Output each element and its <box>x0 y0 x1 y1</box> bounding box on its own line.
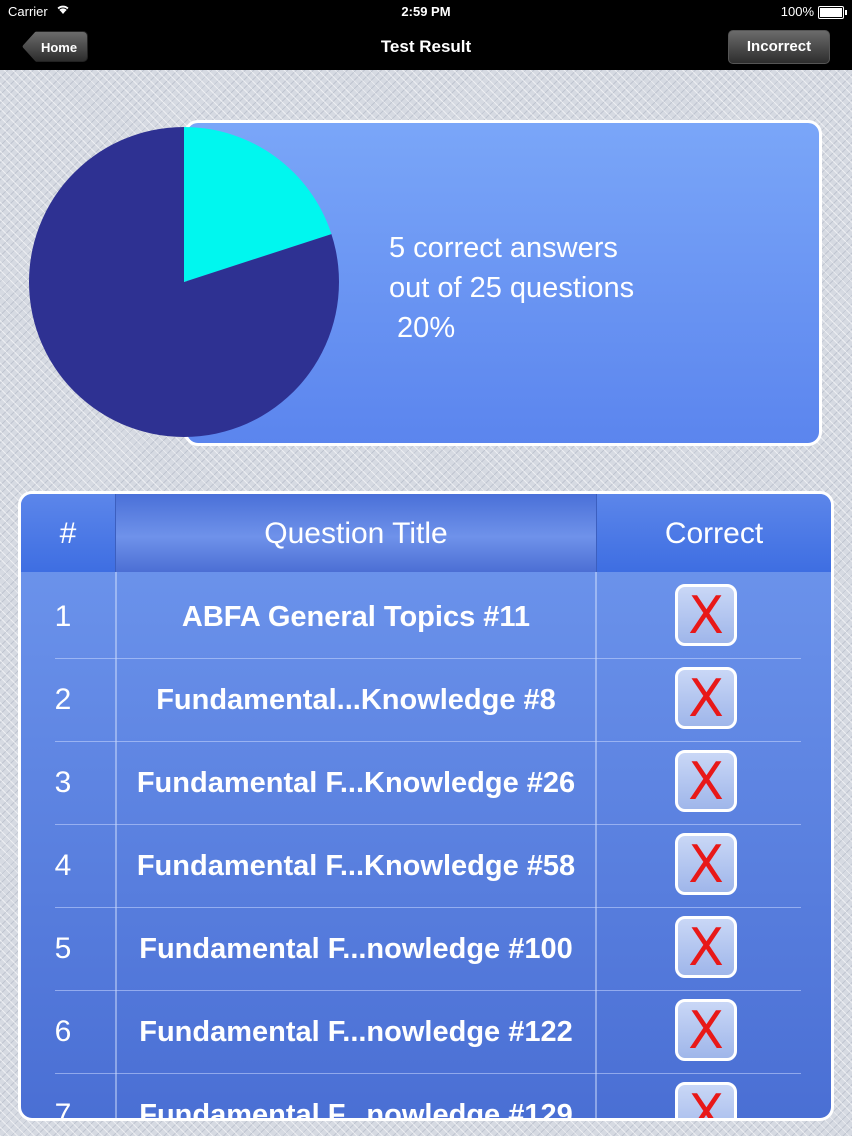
table-row[interactable]: 5 Fundamental F...nowledge #100 X <box>21 907 831 990</box>
summary-line-percent: 20% <box>389 312 456 344</box>
red-x-icon: X <box>675 916 737 978</box>
incorrect-button[interactable]: Incorrect <box>728 30 830 64</box>
table-row[interactable]: 6 Fundamental F...nowledge #122 X <box>21 990 831 1073</box>
red-x-icon: X <box>675 999 737 1061</box>
table-row[interactable]: 7 Fundamental F...nowledge #129 X <box>21 1073 831 1121</box>
table-row[interactable]: 2 Fundamental...Knowledge #8 X <box>21 658 831 741</box>
question-title: Fundamental...Knowledge #8 <box>156 684 556 716</box>
battery-percentage: 100% <box>780 4 814 19</box>
score-pie-chart <box>28 127 339 437</box>
page-title: Test Result <box>380 37 472 56</box>
row-number: 2 <box>54 683 72 716</box>
table-row[interactable]: 3 Fundamental F...Knowledge #26 X <box>21 741 831 824</box>
status-bar: Carrier 2:59 PM 100% <box>0 0 852 24</box>
question-title: Fundamental F...Knowledge #26 <box>136 767 576 799</box>
row-number: 6 <box>54 1015 72 1048</box>
header-question-title: Question Title <box>115 494 597 572</box>
result-summary-text: 5 correct answers out of 25 questions 20… <box>389 228 634 348</box>
red-x-icon: X <box>675 750 737 812</box>
red-x-icon: X <box>675 833 737 895</box>
row-number: 5 <box>54 932 72 965</box>
header-number: # <box>59 517 77 550</box>
question-title: Fundamental F...nowledge #129 <box>139 1099 573 1121</box>
red-x-icon: X <box>675 1082 737 1118</box>
question-title: Fundamental F...nowledge #122 <box>139 1016 573 1048</box>
question-title: Fundamental F...nowledge #100 <box>139 933 573 965</box>
question-title: Fundamental F...Knowledge #58 <box>136 850 576 882</box>
summary-line-correct: 5 correct answers <box>389 232 618 264</box>
navigation-bar: Home Test Result Incorrect <box>0 24 852 70</box>
table-row[interactable]: 1 ABFA General Topics #11 X <box>21 575 831 658</box>
row-number: 3 <box>54 766 72 799</box>
question-title: ABFA General Topics #11 <box>181 601 531 633</box>
header-correct: Correct <box>664 517 764 550</box>
summary-line-total: out of 25 questions <box>389 272 635 304</box>
red-x-icon: X <box>675 667 737 729</box>
status-time: 2:59 PM <box>401 4 451 19</box>
row-number: 1 <box>54 600 72 633</box>
table-header: # Question Title Correct <box>21 494 831 572</box>
battery-icon <box>818 6 847 19</box>
row-number: 4 <box>54 849 72 882</box>
row-number: 7 <box>54 1098 72 1121</box>
results-table: # Question Title Correct 1 ABFA General T… <box>18 491 834 1121</box>
red-x-icon: X <box>675 584 737 646</box>
table-row[interactable]: 4 Fundamental F...Knowledge #58 X <box>21 824 831 907</box>
